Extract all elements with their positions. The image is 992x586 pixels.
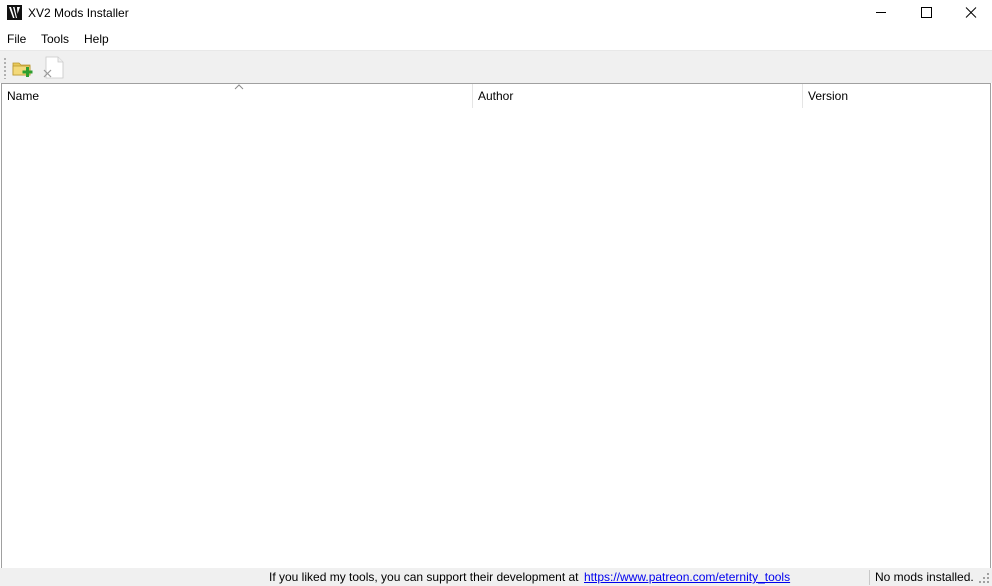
menu-file[interactable]: File [7, 31, 26, 47]
folder-add-icon [12, 62, 33, 77]
list-header: Name Author Version [2, 84, 990, 108]
resize-grip-icon[interactable] [978, 572, 990, 584]
column-header-label: Name [7, 89, 40, 103]
close-icon [965, 7, 977, 18]
install-mod-button[interactable] [11, 55, 35, 79]
column-header-name[interactable]: Name [2, 84, 473, 108]
minimize-icon [876, 12, 886, 13]
support-message: If you liked my tools, you can support t… [269, 570, 579, 584]
mods-count-status: No mods installed. [875, 570, 974, 584]
menu-tools[interactable]: Tools [41, 31, 69, 47]
column-header-label: Author [478, 89, 514, 103]
sort-ascending-icon [234, 84, 244, 90]
menu-help[interactable]: Help [84, 31, 109, 47]
uninstall-mod-button[interactable] [41, 55, 65, 79]
column-header-version[interactable]: Version [803, 84, 990, 108]
status-divider [869, 570, 870, 585]
maximize-button[interactable] [903, 0, 949, 26]
title-bar[interactable]: XV2 Mods Installer [0, 0, 992, 26]
window-title: XV2 Mods Installer [28, 6, 129, 20]
close-button[interactable] [948, 0, 992, 26]
maximize-icon [921, 7, 932, 18]
toolbar [0, 50, 992, 83]
column-header-author[interactable]: Author [473, 84, 803, 108]
patreon-link[interactable]: https://www.patreon.com/eternity_tools [584, 570, 790, 585]
mods-list[interactable]: Name Author Version [1, 83, 991, 569]
xv2-logo-icon [7, 5, 22, 20]
toolbar-grip[interactable] [4, 57, 6, 79]
minimize-button[interactable] [858, 0, 904, 26]
document-remove-icon [43, 56, 64, 79]
menu-bar: File Tools Help [0, 28, 992, 49]
column-header-label: Version [808, 89, 849, 103]
status-bar: If you liked my tools, you can support t… [0, 568, 992, 586]
